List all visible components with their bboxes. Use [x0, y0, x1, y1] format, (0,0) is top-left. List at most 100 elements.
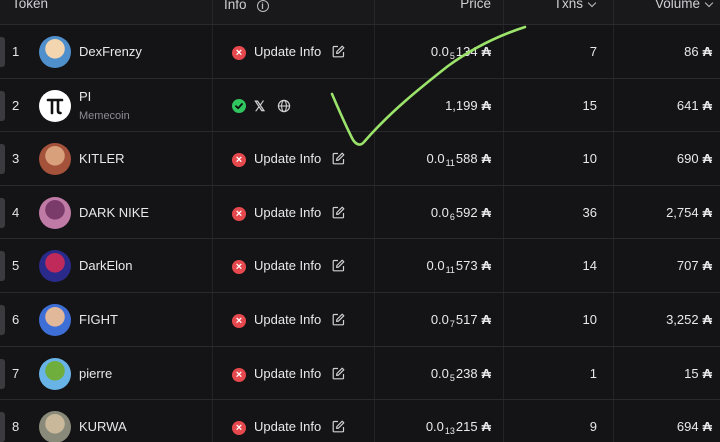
price-zero-count: 6	[449, 211, 455, 222]
price-cell: 0.07517 ₳	[374, 293, 503, 347]
table-row[interactable]: 1 DexFrenzy × Update Info 0.05134 ₳ 7 86 ₳	[0, 24, 720, 79]
price-lead: 0.0	[426, 151, 445, 167]
table-row[interactable]: 3 KITLER × Update Info 0.011588 ₳ 10 690 ₳	[0, 131, 720, 187]
edit-icon[interactable]	[332, 259, 345, 272]
table-row[interactable]: 7 pierre × Update Info 0.05238 ₳ 1 15 ₳	[0, 345, 720, 401]
globe-icon[interactable]	[277, 99, 291, 113]
token-cell[interactable]: 5 DarkElon	[0, 239, 212, 293]
price-zero-count: 5	[449, 51, 455, 61]
row-rank: 4	[12, 204, 20, 220]
token-name[interactable]: FIGHT	[79, 312, 118, 327]
column-label-token: Token	[12, 0, 49, 11]
volume-cell: 86 ₳	[613, 25, 720, 79]
drag-handle[interactable]	[0, 412, 5, 442]
txns-count: 9	[589, 419, 597, 435]
edit-icon[interactable]	[332, 45, 345, 58]
token-name[interactable]: KITLER	[79, 151, 125, 166]
column-header-token[interactable]: Token	[0, 0, 212, 24]
table-row[interactable]: 2 PI Memecoin 𝕏 1,199 ₳ 15 641 ₳	[0, 77, 720, 133]
currency-symbol: ₳	[702, 204, 712, 220]
drag-handle[interactable]	[0, 197, 5, 228]
price-digits: 588	[455, 151, 478, 167]
token-cell[interactable]: 8 KURWA	[0, 400, 212, 442]
update-info-link[interactable]: Update Info	[254, 312, 321, 327]
price-cell: 1,199 ₳	[374, 78, 503, 133]
token-cell[interactable]: 6 FIGHT	[0, 293, 212, 347]
x-twitter-icon[interactable]: 𝕏	[254, 98, 265, 115]
column-label-volume: Volume	[654, 0, 700, 11]
table-row[interactable]: 5 DarkElon × Update Info 0.011573 ₳ 14 707 ₳	[0, 238, 720, 294]
token-name[interactable]: PI	[79, 89, 91, 104]
row-rank: 2	[12, 97, 20, 113]
volume-value: 15	[684, 365, 699, 381]
table-row[interactable]: 6 FIGHT × Update Info 0.07517 ₳ 10 3,252 ₳	[0, 292, 720, 347]
edit-icon[interactable]	[332, 367, 345, 380]
column-header-price[interactable]: Price	[374, 0, 503, 24]
column-header-txns[interactable]: Txns	[503, 0, 613, 24]
update-info-link[interactable]: Update Info	[254, 205, 321, 220]
missing-info-x-icon: ×	[232, 314, 246, 328]
currency-symbol: ₳	[481, 258, 491, 274]
column-header-info: Info i	[212, 0, 374, 24]
token-cell[interactable]: 4 DARK NIKE	[0, 186, 212, 240]
token-name[interactable]: KURWA	[79, 419, 127, 434]
missing-info-x-icon: ×	[232, 421, 246, 436]
token-cell[interactable]: 3 KITLER	[0, 132, 212, 186]
token-avatar	[39, 411, 71, 442]
drag-handle[interactable]	[0, 144, 5, 175]
update-info-link[interactable]: Update Info	[254, 419, 321, 434]
edit-icon[interactable]	[332, 313, 345, 326]
currency-symbol: ₳	[702, 258, 712, 274]
sort-chevron-icon[interactable]	[704, 0, 714, 8]
price-lead: 0.0	[425, 419, 444, 435]
info-icon[interactable]: i	[256, 0, 269, 12]
token-name[interactable]: DexFrenzy	[79, 44, 142, 59]
drag-handle[interactable]	[0, 251, 5, 282]
verified-check-icon	[232, 98, 246, 113]
column-label-price: Price	[460, 0, 491, 11]
update-info-link[interactable]: Update Info	[254, 151, 321, 166]
token-cell[interactable]: 1 DexFrenzy	[0, 25, 212, 79]
drag-handle[interactable]	[0, 37, 5, 67]
volume-cell: 15 ₳	[613, 346, 720, 401]
edit-icon[interactable]	[332, 206, 345, 219]
info-cell: × Update Info	[212, 25, 374, 79]
token-volume: 641 ₳	[677, 98, 712, 113]
column-header-volume[interactable]: Volume	[613, 0, 720, 24]
token-avatar	[39, 304, 71, 336]
drag-handle[interactable]	[0, 358, 5, 389]
sort-chevron-icon[interactable]	[587, 0, 597, 8]
price-digits: 238	[455, 365, 478, 381]
drag-handle[interactable]	[0, 305, 5, 335]
price-cell: 0.013215 ₳	[374, 400, 503, 442]
currency-symbol: ₳	[481, 312, 491, 327]
missing-info-x-icon: ×	[232, 260, 246, 275]
volume-value: 641	[676, 97, 699, 113]
token-price: 0.011573 ₳	[426, 258, 491, 275]
txns-count: 36	[582, 204, 597, 220]
edit-icon[interactable]	[332, 152, 345, 165]
token-category: Memecoin	[79, 109, 130, 122]
update-info-link[interactable]: Update Info	[254, 44, 321, 59]
edit-icon[interactable]	[332, 420, 345, 433]
drag-handle[interactable]	[0, 90, 5, 121]
update-info-link[interactable]: Update Info	[254, 258, 321, 273]
token-volume: 2,754 ₳	[666, 205, 712, 220]
info-cell: × Update Info	[212, 239, 374, 294]
row-rank: 7	[12, 365, 20, 381]
token-volume: 707 ₳	[677, 258, 712, 273]
token-cell[interactable]: 2 PI Memecoin	[0, 79, 212, 133]
token-name[interactable]: DARK NIKE	[79, 205, 149, 220]
update-info-link[interactable]: Update Info	[254, 366, 321, 381]
txns-count: 10	[582, 151, 597, 167]
currency-symbol: ₳	[702, 97, 712, 113]
token-price: 0.05238 ₳	[431, 366, 491, 383]
price-digits: 517	[455, 312, 478, 327]
token-cell[interactable]: 7 pierre	[0, 347, 212, 401]
token-name[interactable]: pierre	[79, 366, 112, 381]
table-row[interactable]: 8 KURWA × Update Info 0.013215 ₳ 9 694 ₳	[0, 399, 720, 442]
token-avatar	[39, 196, 71, 229]
token-avatar	[39, 89, 71, 122]
token-name[interactable]: DarkElon	[79, 258, 132, 273]
table-row[interactable]: 4 DARK NIKE × Update Info 0.06592 ₳ 36 2,754 ₳	[0, 184, 720, 240]
